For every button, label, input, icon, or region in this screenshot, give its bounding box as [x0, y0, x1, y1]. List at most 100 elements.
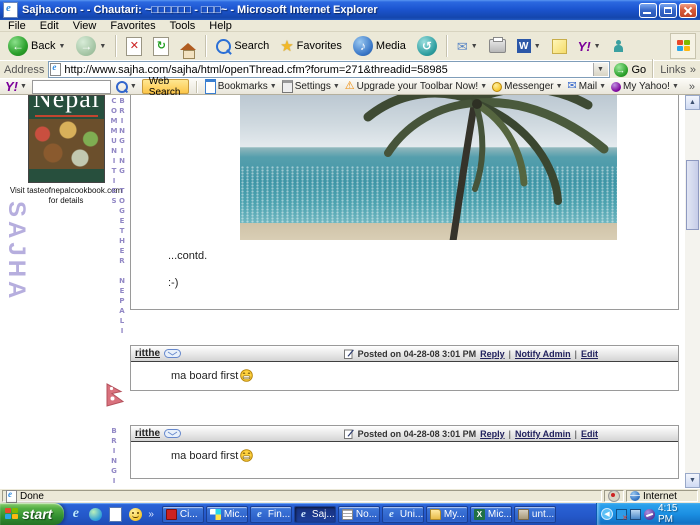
notify-admin-link[interactable]: Notify Admin [515, 429, 571, 439]
edit-link[interactable]: Edit [581, 349, 598, 359]
bookmarks-button[interactable]: Bookmarks▼ [205, 79, 277, 94]
refresh-button[interactable]: ↻ [149, 36, 173, 57]
private-message-icon[interactable] [164, 349, 181, 358]
taskbar-button-4-active[interactable]: eSaj... [294, 506, 336, 523]
private-message-icon[interactable] [164, 429, 181, 438]
msn-icon[interactable] [88, 507, 103, 522]
posted-timestamp: Posted on 04-28-08 3:01 PM [358, 429, 477, 439]
taskbar-button-5[interactable]: No... [338, 506, 380, 523]
scroll-down-button[interactable]: ▼ [685, 473, 700, 488]
start-button[interactable]: start [0, 503, 64, 525]
yahoo-mail-button[interactable]: ✉Mail▼ [568, 81, 607, 92]
menu-view[interactable]: View [73, 20, 97, 32]
go-icon[interactable]: → [614, 63, 628, 77]
post-body: ma board first [131, 442, 678, 462]
go-label[interactable]: Go [632, 64, 647, 76]
reply-link[interactable]: Reply [480, 429, 505, 439]
reply-link[interactable]: Reply [480, 349, 505, 359]
close-button[interactable] [679, 3, 697, 18]
print-button[interactable] [485, 38, 510, 54]
messenger-button[interactable]: Messenger▼ [492, 81, 562, 92]
palm-tree [240, 95, 617, 240]
forward-button[interactable]: → ▼ [72, 35, 110, 57]
messenger-buddy-button[interactable] [608, 39, 629, 54]
taskbar-button-8[interactable]: XMic... [470, 506, 512, 523]
edit-word-button[interactable]: W▼ [513, 38, 545, 54]
restore-button[interactable] [659, 3, 677, 18]
back-label: Back [31, 40, 55, 52]
post-smiley-text: :-) [168, 277, 178, 289]
tray-clock[interactable]: 4:15 PM [658, 503, 695, 525]
taskbar-button-1[interactable]: Ci... [162, 506, 204, 523]
yahoo-services-button[interactable]: Y!▼ [574, 38, 605, 55]
menu-help[interactable]: Help [209, 20, 232, 32]
menu-edit[interactable]: Edit [40, 20, 59, 32]
scroll-up-button[interactable]: ▲ [685, 95, 700, 110]
beach-photo [240, 95, 617, 240]
address-bar: Address http://www.sajha.com/sajha/html/… [0, 60, 700, 78]
smiley-icon[interactable] [128, 507, 143, 522]
back-button[interactable]: ← Back ▼ [4, 35, 69, 57]
ie-logo-icon [3, 2, 18, 18]
stop-button[interactable]: ✕ [122, 36, 146, 57]
notify-admin-link[interactable]: Notify Admin [515, 349, 571, 359]
cookbook-ad[interactable]: Nepal Visit tasteofnepalcookbook.com for… [28, 95, 105, 206]
taskbar-button-9[interactable]: unt... [514, 506, 556, 523]
my-yahoo-button[interactable]: My Yahoo!▼ [611, 81, 679, 92]
taskbar-button-3[interactable]: eFin... [250, 506, 292, 523]
taskbar-button-7[interactable]: My... [426, 506, 468, 523]
vertical-scrollbar[interactable]: ▲ ▼ [685, 95, 700, 488]
cookbook-cover-image: Nepal [28, 95, 105, 183]
history-button[interactable]: ↺ [413, 35, 441, 57]
menu-bar: File Edit View Favorites Tools Help [0, 20, 700, 32]
web-search-button[interactable]: Web Search [142, 79, 189, 94]
favorites-button[interactable]: ★ Favorites [276, 38, 346, 55]
media-button[interactable]: ♪ Media [349, 35, 410, 57]
messenger-note-button[interactable] [548, 38, 571, 55]
upgrade-toolbar-button[interactable]: ⚠Upgrade your Toolbar Now!▼ [345, 81, 487, 92]
mail-button[interactable]: ✉▼ [453, 39, 482, 54]
author-link[interactable]: ritthe [135, 428, 160, 439]
yahoo-logo-button[interactable]: Y!▼ [5, 79, 27, 94]
tray-collapse-icon[interactable]: ◀ [601, 508, 613, 520]
search-button[interactable]: Search [212, 38, 273, 55]
toolbar-separator [115, 35, 117, 57]
internet-globe-icon [630, 491, 640, 501]
edit-link[interactable]: Edit [581, 429, 598, 439]
document-icon[interactable] [108, 507, 123, 522]
author-link[interactable]: ritthe [135, 348, 160, 359]
paint-icon [518, 509, 529, 520]
toolbar-separator [446, 35, 448, 57]
display-icon[interactable] [630, 509, 641, 520]
back-dropdown-icon[interactable]: ▼ [58, 43, 65, 50]
links-overflow-icon[interactable]: » [690, 64, 696, 76]
vertical-tagline: BRINGING TOGETHER NEPALI COMMUNITIES [110, 97, 126, 389]
search-label: Search [234, 40, 269, 52]
yahoo-search-input[interactable] [32, 80, 111, 94]
warning-icon: ⚠ [345, 81, 355, 92]
menu-favorites[interactable]: Favorites [110, 20, 155, 32]
minimize-button[interactable] [639, 3, 657, 18]
quick-launch-overflow-icon[interactable]: » [148, 509, 154, 520]
taskbar-button-6[interactable]: eUni... [382, 506, 424, 523]
address-field[interactable]: http://www.sajha.com/sajha/html/openThre… [48, 61, 609, 78]
media-player-tray-icon[interactable] [644, 509, 655, 520]
network-status-icon[interactable] [616, 509, 627, 520]
address-url[interactable]: http://www.sajha.com/sajha/html/openThre… [64, 64, 589, 76]
address-dropdown-button[interactable]: ▼ [593, 63, 608, 76]
yahoo-overflow-icon[interactable]: » [689, 81, 695, 93]
quick-launch: e » [64, 507, 160, 522]
ie-icon[interactable]: e [68, 507, 83, 522]
links-label[interactable]: Links [660, 64, 686, 76]
menu-file[interactable]: File [8, 20, 26, 32]
thread-post: ritthe Posted on 04-28-08 3:01 PM Reply … [130, 345, 679, 391]
menu-tools[interactable]: Tools [170, 20, 196, 32]
yahoo-logo: Y! [5, 79, 18, 94]
yahoo-search-button[interactable]: ▼ [116, 81, 137, 93]
address-label: Address [4, 64, 44, 76]
scrollbar-thumb[interactable] [686, 160, 699, 230]
taskbar-button-2[interactable]: Mic... [206, 506, 248, 523]
red-app-icon [166, 509, 177, 520]
home-button[interactable] [176, 42, 200, 51]
settings-button[interactable]: Settings▼ [282, 80, 340, 93]
